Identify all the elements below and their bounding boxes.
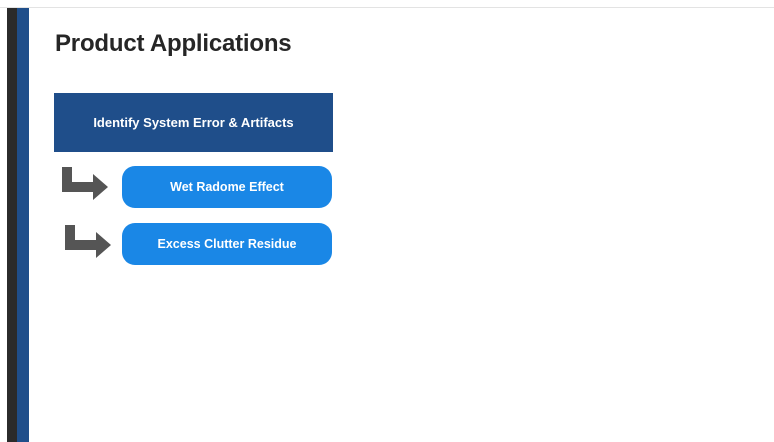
section-header-label: Identify System Error & Artifacts [93, 115, 294, 130]
left-accent-bar-dark [7, 8, 17, 442]
left-accent-bar-blue [17, 8, 29, 442]
excess-clutter-residue-button[interactable]: Excess Clutter Residue [122, 223, 332, 265]
excess-clutter-residue-label: Excess Clutter Residue [157, 237, 297, 251]
slide-canvas: Product Applications Identify System Err… [0, 0, 774, 442]
bent-arrow-right-icon [62, 167, 108, 200]
page-title: Product Applications [55, 30, 292, 57]
wet-radome-effect-label: Wet Radome Effect [170, 180, 284, 194]
bent-arrow-right-icon [65, 225, 111, 258]
wet-radome-effect-button[interactable]: Wet Radome Effect [122, 166, 332, 208]
top-divider [0, 7, 774, 8]
section-header-box: Identify System Error & Artifacts [54, 93, 333, 152]
